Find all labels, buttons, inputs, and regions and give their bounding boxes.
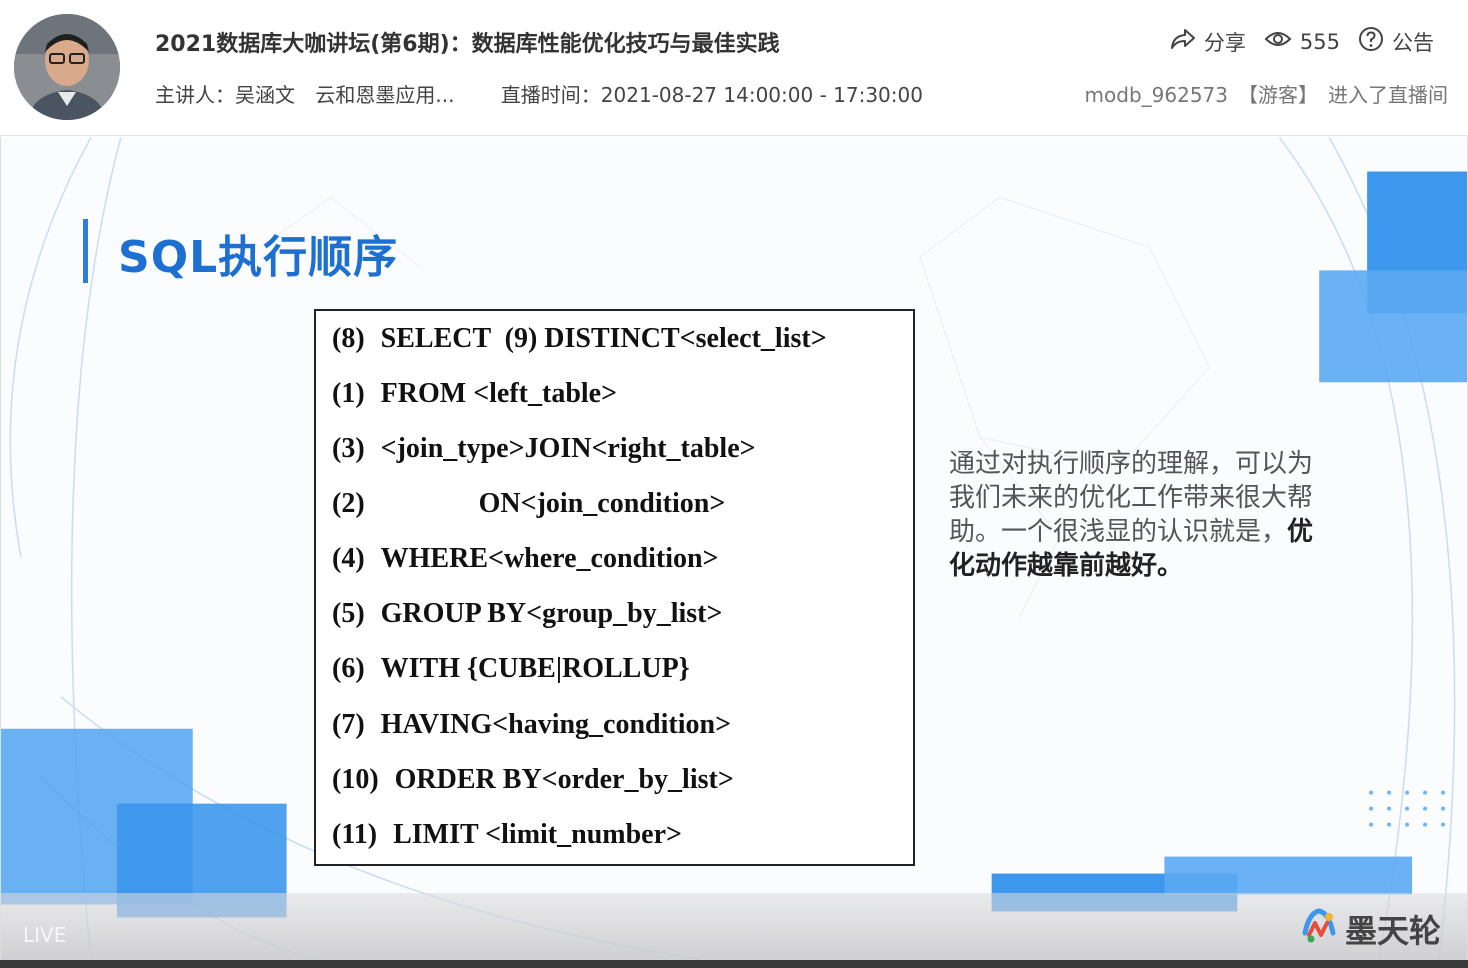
sql-line: (5) GROUP BY<group_by_list> — [332, 598, 723, 629]
desc-text: 通过对执行顺序的理解，可以为我们未来的优化工作带来很大帮助。一个很浅显的认识就是… — [949, 449, 1314, 547]
eye-icon — [1264, 29, 1292, 54]
video-control-bar[interactable] — [1, 893, 1467, 960]
modb-logo: 墨天轮 — [1299, 905, 1441, 953]
sql-line: (11) LIMIT <limit_number> — [332, 819, 682, 850]
slide-description: 通过对执行顺序的理解，可以为我们未来的优化工作带来很大帮助。一个很浅显的认识就是… — [949, 447, 1319, 583]
sql-line: (6) WITH {CUBE|ROLLUP} — [332, 653, 690, 684]
sql-line: (2) ON<join_condition> — [332, 488, 726, 519]
slide-video[interactable]: SQL执行顺序 (8) SELECT (9) DISTINCT<select_li… — [0, 137, 1468, 960]
header-actions: 分享 555 公告 — [1170, 26, 1434, 57]
speaker-company: 云和恩墨应用... — [315, 83, 455, 107]
join-notice: modb_962573 【游客】 进入了直播间 — [1075, 79, 1448, 108]
join-user: modb_962573 — [1084, 83, 1228, 107]
share-button[interactable]: 分享 — [1170, 27, 1246, 57]
live-meta: 主讲人：吴涵文 云和恩墨应用... 直播时间：2021-08-27 14:00:… — [155, 79, 937, 108]
share-label: 分享 — [1203, 30, 1246, 55]
speaker-avatar — [14, 14, 120, 120]
live-time: 直播时间：2021-08-27 14:00:00 - 17:30:00 — [500, 83, 923, 107]
sql-line: (10) ORDER BY<order_by_list> — [332, 764, 734, 795]
modb-logo-text: 墨天轮 — [1344, 912, 1441, 950]
live-title: 2021数据库大咖讲坛(第6期)：数据库性能优化技巧与最佳实践 — [155, 32, 780, 57]
heading-accent-bar — [83, 219, 88, 283]
question-circle-icon — [1358, 26, 1384, 57]
slide-heading: SQL执行顺序 — [118, 232, 399, 283]
sql-line: (8) SELECT (9) DISTINCT<select_list> — [332, 323, 827, 354]
join-text: 进入了直播间 — [1328, 83, 1448, 107]
sql-order-box: (8) SELECT (9) DISTINCT<select_list> (1) F… — [314, 309, 915, 866]
sql-line: (4) WHERE<where_condition> — [332, 543, 719, 574]
sql-line: (1) FROM <left_table> — [332, 378, 618, 409]
view-count: 555 — [1264, 29, 1340, 54]
sql-line: (3) <join_type>JOIN<right_table> — [332, 433, 756, 464]
view-count-value: 555 — [1299, 29, 1340, 54]
window-bottom-edge — [0, 960, 1468, 968]
live-badge: LIVE — [23, 923, 67, 947]
speaker-name: 主讲人：吴涵文 — [155, 83, 295, 107]
notice-button[interactable]: 公告 — [1358, 26, 1434, 57]
modb-logo-icon — [1299, 905, 1339, 953]
share-icon — [1170, 28, 1196, 55]
join-role: 【游客】 — [1238, 83, 1318, 107]
live-header: 2021数据库大咖讲坛(第6期)：数据库性能优化技巧与最佳实践 主讲人：吴涵文 … — [0, 0, 1468, 136]
sql-line: (7) HAVING<having_condition> — [332, 709, 732, 740]
notice-label: 公告 — [1392, 30, 1434, 55]
